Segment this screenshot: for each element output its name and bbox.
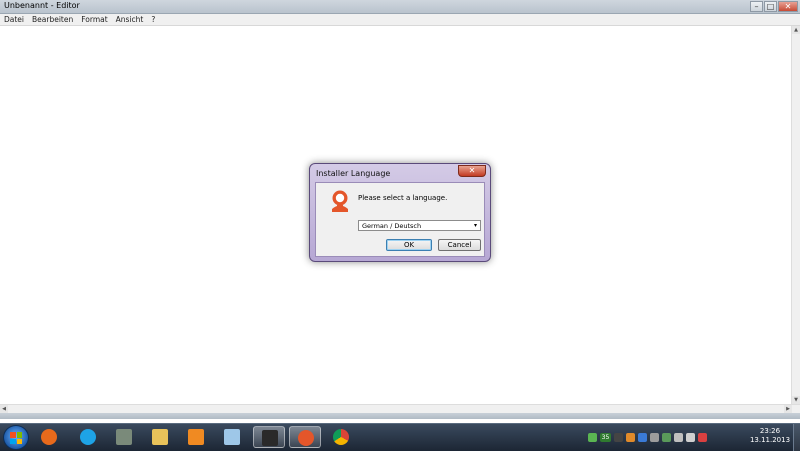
dialog-body: Please select a language. German / Deuts… — [315, 182, 485, 257]
explorer-icon — [152, 429, 168, 445]
cancel-button[interactable]: Cancel — [438, 239, 481, 251]
windows-logo-icon — [10, 432, 22, 444]
firefox-icon — [41, 429, 57, 445]
installer-icon — [298, 430, 314, 446]
menu-ansicht[interactable]: Ansicht — [112, 14, 148, 25]
window-title-bar[interactable]: Unbenannt - Editor – □ ✕ — [0, 0, 800, 14]
installer-language-dialog: Installer Language ✕ Please select a lan… — [309, 163, 491, 262]
system-clock[interactable]: 23:26 13.11.2013 — [748, 427, 792, 445]
terminal-icon — [262, 430, 278, 446]
vertical-scrollbar[interactable]: ▲ ▼ — [791, 26, 800, 404]
action-center-icon[interactable] — [698, 432, 707, 442]
start-button[interactable] — [3, 425, 29, 450]
taskbar-chrome[interactable] — [325, 426, 357, 448]
menu-help[interactable]: ? — [147, 14, 159, 25]
dialog-title: Installer Language — [316, 169, 391, 178]
scroll-right-icon[interactable]: ▶ — [784, 405, 792, 413]
window-bottom-border — [0, 413, 800, 419]
signal-icon[interactable] — [674, 432, 683, 442]
system-tray: 35 — [588, 428, 710, 446]
menu-bar: Datei Bearbeiten Format Ansicht ? — [0, 14, 800, 26]
taskbar-terminal[interactable] — [253, 426, 285, 448]
volume-icon[interactable] — [686, 432, 695, 442]
chevron-down-icon[interactable]: ▾ — [474, 222, 477, 229]
skype-icon — [80, 429, 96, 445]
language-select-value: German / Deutsch — [362, 222, 422, 230]
drive-icon — [116, 429, 132, 445]
taskbar-media-player[interactable] — [180, 426, 212, 448]
taskbar: 35 23:26 13.11.2013 — [0, 423, 800, 451]
ok-button[interactable]: OK — [386, 239, 432, 251]
tray-badge-icon[interactable]: 35 — [600, 432, 611, 442]
taskbar-explorer[interactable] — [144, 426, 176, 448]
tray-app-icon[interactable] — [588, 432, 597, 442]
language-prompt: Please select a language. — [358, 194, 448, 202]
language-select[interactable]: German / Deutsch ▾ — [358, 220, 481, 231]
taskbar-firefox[interactable] — [33, 426, 65, 448]
tray-network-icon[interactable] — [638, 432, 647, 442]
chrome-icon — [333, 429, 349, 445]
taskbar-notepad[interactable] — [216, 426, 248, 448]
dialog-close-button[interactable]: ✕ — [458, 165, 486, 177]
taskbar-installer[interactable] — [289, 426, 321, 448]
window-controls: – □ ✕ — [749, 1, 798, 12]
menu-format[interactable]: Format — [77, 14, 111, 25]
tray-monitor-icon[interactable] — [614, 432, 623, 442]
notepad-icon — [224, 429, 240, 445]
menu-datei[interactable]: Datei — [0, 14, 28, 25]
horizontal-scrollbar[interactable]: ◀ ▶ — [0, 404, 800, 413]
minimize-button[interactable]: – — [750, 1, 763, 12]
tray-safety-icon[interactable] — [662, 432, 671, 442]
maximize-button[interactable]: □ — [764, 1, 777, 12]
scroll-left-icon[interactable]: ◀ — [0, 405, 8, 413]
tray-display-icon[interactable] — [650, 432, 659, 442]
show-desktop-button[interactable] — [793, 424, 800, 451]
tray-flame-icon[interactable] — [626, 432, 635, 442]
scroll-up-icon[interactable]: ▲ — [792, 26, 800, 34]
menu-bearbeiten[interactable]: Bearbeiten — [28, 14, 77, 25]
clock-time: 23:26 — [759, 427, 781, 435]
clock-date: 13.11.2013 — [749, 436, 791, 444]
taskbar-drive[interactable] — [108, 426, 140, 448]
taskbar-skype[interactable] — [72, 426, 104, 448]
scroll-down-icon[interactable]: ▼ — [792, 396, 800, 404]
close-button[interactable]: ✕ — [778, 1, 798, 12]
window-title: Unbenannt - Editor — [4, 1, 80, 10]
media-player-icon — [188, 429, 204, 445]
installer-app-icon — [332, 190, 348, 212]
